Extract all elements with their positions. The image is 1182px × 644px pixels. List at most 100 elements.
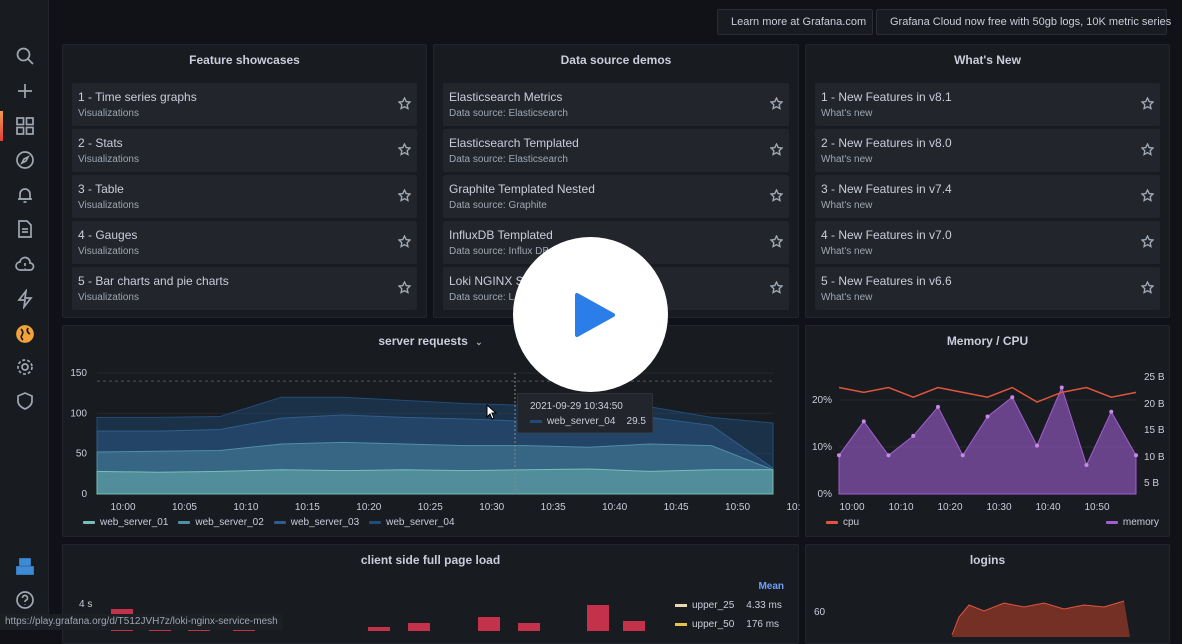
legend-item[interactable]: web_server_02	[178, 517, 263, 528]
x-tick-label: 10:25	[418, 502, 443, 513]
server-requests-chart[interactable]: 05010015010:0010:0510:1010:1510:2010:251…	[63, 326, 800, 538]
alerting-icon[interactable]	[13, 183, 37, 207]
list-item[interactable]: 4 - GaugesVisualizations	[72, 221, 417, 264]
x-tick-label: 10:00	[839, 502, 864, 513]
list-item-title: 2 - New Features in v8.0	[821, 136, 952, 150]
search-icon[interactable]	[13, 44, 37, 68]
list-item-subtitle: Data source: Elasticsearch	[449, 154, 568, 165]
star-icon[interactable]	[398, 143, 411, 156]
y-tick-label-left: 0%	[818, 489, 833, 500]
list-item-subtitle: What's new	[821, 108, 872, 119]
star-icon[interactable]	[770, 235, 783, 248]
y-tick-label-right: 15 B	[1144, 425, 1165, 436]
list-item-title: 4 - New Features in v7.0	[821, 228, 952, 242]
x-tick-label: 10:10	[233, 502, 258, 513]
star-icon[interactable]	[1141, 281, 1154, 294]
list-item[interactable]: 1 - Time series graphsVisualizations	[72, 83, 417, 126]
star-icon[interactable]	[1141, 97, 1154, 110]
document-icon[interactable]	[13, 217, 37, 241]
tooltip-value: 29.5	[627, 416, 646, 427]
x-tick-label: 10:35	[541, 502, 566, 513]
x-tick-label: 10:00	[110, 502, 135, 513]
list-item[interactable]: 5 - New Features in v6.6 What's new	[815, 267, 1160, 310]
cloud-alert-icon[interactable]	[13, 253, 37, 277]
legend-item-cpu[interactable]: cpu	[826, 517, 859, 528]
star-icon[interactable]	[770, 97, 783, 110]
y-tick-label-left: 10%	[812, 442, 832, 453]
legend-value: 176 ms	[746, 619, 779, 630]
legend-label: web_server_02	[195, 517, 263, 528]
explore-icon[interactable]	[13, 148, 37, 172]
shield-icon[interactable]	[13, 389, 37, 413]
panel-title: Data source demos	[434, 53, 798, 67]
x-tick-label: 10:15	[295, 502, 320, 513]
list-item-subtitle: What's new	[821, 292, 872, 303]
legend-row-upper-25[interactable]: upper_25 4.33 ms	[675, 600, 782, 611]
legend-value: 4.33 ms	[746, 600, 782, 611]
x-tick-label: 10:40	[1035, 502, 1060, 513]
legend-swatch	[83, 521, 95, 524]
list-item-title: 1 - New Features in v8.1	[821, 90, 952, 104]
play-button[interactable]	[513, 237, 668, 392]
plus-icon[interactable]	[13, 79, 37, 103]
grafana-cloud-button[interactable]: Grafana Cloud now free with 50gb logs, 1…	[876, 9, 1167, 35]
user-avatar-icon[interactable]	[13, 554, 37, 578]
list-item[interactable]: 5 - Bar charts and pie chartsVisualizati…	[72, 267, 417, 310]
list-item[interactable]: 3 - New Features in v7.4What's new	[815, 175, 1160, 218]
star-icon[interactable]	[1141, 189, 1154, 202]
list-item[interactable]: Graphite Templated NestedData source: Gr…	[443, 175, 789, 218]
legend-item[interactable]: web_server_01	[83, 517, 168, 528]
lightning-icon[interactable]	[13, 287, 37, 311]
panel-title: logins	[806, 553, 1169, 567]
memory-point	[862, 419, 866, 423]
legend-swatch	[178, 521, 190, 524]
legend-row-upper-50[interactable]: upper_50 176 ms	[675, 619, 779, 630]
sidebar-active-indicator	[0, 111, 3, 141]
star-icon[interactable]	[398, 281, 411, 294]
memory-cpu-chart[interactable]: 0%10%20%5 B10 B15 B20 B25 B10:0010:1010:…	[806, 326, 1171, 538]
legend-label: upper_25	[692, 600, 734, 611]
memory-point	[986, 415, 990, 419]
list-item-subtitle: What's new	[821, 246, 872, 257]
mouse-cursor-icon	[486, 404, 498, 420]
star-icon[interactable]	[770, 189, 783, 202]
x-tick-label: 10:45	[664, 502, 689, 513]
y-tick-label-left: 20%	[812, 395, 832, 406]
legend-item[interactable]: web_server_03	[274, 517, 359, 528]
star-icon[interactable]	[1141, 143, 1154, 156]
list-item-subtitle: What's new	[821, 154, 872, 165]
x-tick-label: 10:55	[786, 502, 800, 513]
settings-icon[interactable]	[13, 355, 37, 379]
list-item[interactable]: 3 - TableVisualizations	[72, 175, 417, 218]
x-tick-label: 10:50	[1084, 502, 1109, 513]
list-item[interactable]: 1 - New Features in v8.1 What's new	[815, 83, 1160, 126]
list-item-title: 5 - New Features in v6.6	[821, 274, 952, 288]
list-item-title: 4 - Gauges	[78, 228, 137, 242]
star-icon[interactable]	[1141, 235, 1154, 248]
star-icon[interactable]	[398, 97, 411, 110]
y-tick-label-right: 20 B	[1144, 399, 1165, 410]
mean-column-header[interactable]: Mean	[758, 581, 784, 592]
list-item[interactable]: 4 - New Features in v7.0 What's new	[815, 221, 1160, 264]
learn-more-button[interactable]: Learn more at Grafana.com	[717, 9, 873, 35]
list-item-subtitle: Visualizations	[78, 200, 139, 211]
star-icon[interactable]	[398, 235, 411, 248]
legend-label: upper_50	[692, 619, 734, 630]
star-icon[interactable]	[398, 189, 411, 202]
chart-tooltip: 2021-09-29 10:34:50 web_server_04 29.5	[517, 393, 653, 433]
memory-point	[1060, 386, 1064, 390]
globe-icon[interactable]	[13, 322, 37, 346]
x-tick-label: 10:10	[888, 502, 913, 513]
y-tick-label-right: 10 B	[1144, 452, 1165, 463]
list-item[interactable]: Elasticsearch TemplatedData source: Elas…	[443, 129, 789, 172]
help-icon[interactable]	[13, 588, 37, 612]
list-item[interactable]: 2 - New Features in v8.0 What's new	[815, 129, 1160, 172]
legend-item[interactable]: web_server_04	[369, 517, 454, 528]
dashboards-icon[interactable]	[13, 114, 37, 138]
chart-legend: web_server_01 web_server_02 web_server_03 w…	[83, 517, 455, 528]
legend-item-memory[interactable]: memory	[1106, 517, 1159, 528]
star-icon[interactable]	[770, 281, 783, 294]
list-item[interactable]: 2 - StatsVisualizations	[72, 129, 417, 172]
list-item[interactable]: Elasticsearch MetricsData source: Elasti…	[443, 83, 789, 126]
star-icon[interactable]	[770, 143, 783, 156]
